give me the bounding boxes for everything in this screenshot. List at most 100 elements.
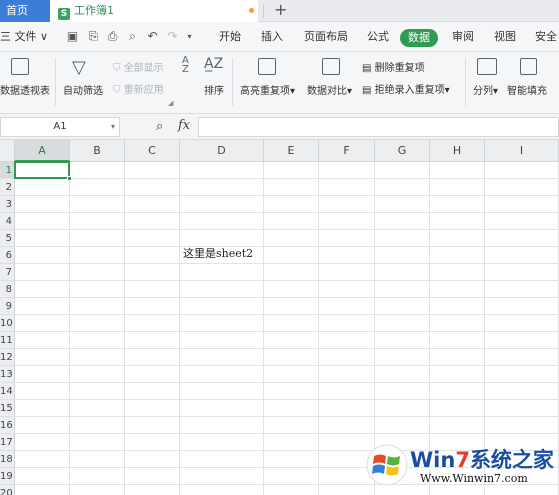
row-header-14[interactable]: 14 xyxy=(0,383,15,400)
pivot-table-icon[interactable] xyxy=(11,58,29,75)
sort-button[interactable]: 排序 xyxy=(204,82,224,97)
row-header-6[interactable]: 6 xyxy=(0,247,15,264)
grid-row-line xyxy=(15,195,559,196)
new-tab-button[interactable]: + xyxy=(274,0,287,20)
chevron-down-icon: ▾ xyxy=(493,86,499,97)
menu-bar: 三 文件 ∨ ▣ ⎘ ⎙ ⌕ ↶ ↷ ▾ 开始 插入 页面布局 公式 数据 审阅… xyxy=(0,22,559,52)
redo-icon[interactable]: ↷ xyxy=(166,30,179,43)
sort-desc-icon[interactable]: A̲Z xyxy=(204,56,223,72)
remove-duplicates-button[interactable]: ▤ 删除重复项 xyxy=(362,59,425,74)
split-column-icon[interactable] xyxy=(477,58,497,75)
tab-home[interactable]: 首页 xyxy=(0,0,50,22)
row-header-17[interactable]: 17 xyxy=(0,434,15,451)
column-header-I[interactable]: I xyxy=(485,140,559,162)
ribbon-separator xyxy=(232,58,233,106)
row-header-15[interactable]: 15 xyxy=(0,400,15,417)
highlight-duplicates-icon[interactable] xyxy=(258,58,276,75)
watermark-title-prefix: Win xyxy=(410,448,456,472)
row-header-20[interactable]: 20 xyxy=(0,485,15,495)
menu-data[interactable]: 数据 xyxy=(400,29,438,47)
autofilter-button[interactable]: 自动筛选 xyxy=(63,82,103,97)
insert-function-icon[interactable]: fx xyxy=(178,118,190,133)
smart-fill-icon[interactable] xyxy=(520,58,537,75)
print-icon[interactable]: ⎙ xyxy=(106,30,119,43)
column-header-C[interactable]: C xyxy=(125,140,180,162)
quick-access-dropdown-icon[interactable]: ▾ xyxy=(183,30,196,43)
active-cell-A1[interactable] xyxy=(14,161,70,179)
column-header-A[interactable]: A xyxy=(15,140,70,162)
name-box[interactable]: A1 xyxy=(0,117,120,137)
chevron-down-icon[interactable]: ▾ xyxy=(111,117,115,137)
show-all-button[interactable]: ⛉ 全部显示 xyxy=(113,59,164,74)
remove-duplicates-icon: ▤ xyxy=(362,63,375,74)
menu-home[interactable]: 开始 xyxy=(219,28,241,46)
tab-workbook[interactable]: S 工作簿1 xyxy=(50,0,258,22)
chevron-down-icon: ▾ xyxy=(290,86,296,97)
row-header-19[interactable]: 19 xyxy=(0,468,15,485)
row-header-10[interactable]: 10 xyxy=(0,315,15,332)
row-header-18[interactable]: 18 xyxy=(0,451,15,468)
column-header-F[interactable]: F xyxy=(319,140,375,162)
tab-workbook-label: 工作簿1 xyxy=(74,4,114,17)
highlight-duplicates-button[interactable]: 高亮重复项▾ xyxy=(240,82,295,97)
menu-view[interactable]: 视图 xyxy=(494,28,516,46)
smart-fill-button[interactable]: 智能填充 xyxy=(507,82,547,97)
save-icon[interactable]: ▣ xyxy=(66,30,79,43)
filter-icon[interactable]: ▽ xyxy=(72,57,86,78)
reject-duplicates-button[interactable]: ▤ 拒绝录入重复项▾ xyxy=(362,81,450,96)
column-header-D[interactable]: D xyxy=(180,140,264,162)
watermark-title-suffix: 系统之家 xyxy=(469,448,554,472)
row-header-9[interactable]: 9 xyxy=(0,298,15,315)
sort-asc-icon[interactable]: AZ xyxy=(182,56,189,75)
row-header-3[interactable]: 3 xyxy=(0,196,15,213)
menu-page-layout[interactable]: 页面布局 xyxy=(304,28,348,46)
formula-input[interactable] xyxy=(198,117,559,137)
undo-icon[interactable]: ↶ xyxy=(146,30,159,43)
ribbon-separator xyxy=(465,58,466,106)
cell-D6[interactable]: 这里是sheet2 xyxy=(183,245,253,261)
data-compare-icon[interactable] xyxy=(322,58,340,75)
fill-handle[interactable] xyxy=(67,176,72,181)
menu-security[interactable]: 安全 xyxy=(535,28,557,46)
column-header-G[interactable]: G xyxy=(375,140,430,162)
column-header-B[interactable]: B xyxy=(70,140,125,162)
menu-review[interactable]: 审阅 xyxy=(452,28,474,46)
row-header-12[interactable]: 12 xyxy=(0,349,15,366)
row-header-5[interactable]: 5 xyxy=(0,230,15,247)
data-compare-button[interactable]: 数据对比▾ xyxy=(307,82,352,97)
tab-divider xyxy=(263,4,264,18)
row-header-13[interactable]: 13 xyxy=(0,366,15,383)
row-header-4[interactable]: 4 xyxy=(0,213,15,230)
grid-row-line xyxy=(15,382,559,383)
row-header-11[interactable]: 11 xyxy=(0,332,15,349)
row-header-1[interactable]: 1 xyxy=(0,162,15,179)
row-header-7[interactable]: 7 xyxy=(0,264,15,281)
row-header-16[interactable]: 16 xyxy=(0,417,15,434)
print-preview-icon[interactable]: ⌕ xyxy=(126,30,139,43)
zoom-icon[interactable]: ⌕ xyxy=(156,119,163,134)
reapply-button[interactable]: ⛉ 重新应用 xyxy=(113,81,164,96)
split-column-button[interactable]: 分列▾ xyxy=(473,82,498,97)
watermark-title-seven: 7 xyxy=(455,448,470,472)
menu-file[interactable]: 三 文件 ∨ xyxy=(0,28,48,46)
menu-insert[interactable]: 插入 xyxy=(261,28,283,46)
show-all-icon: ⛉ xyxy=(113,63,124,74)
filter-group-expand-icon[interactable]: ◢ xyxy=(168,99,173,107)
reject-duplicates-label: 拒绝录入重复项 xyxy=(374,85,445,96)
row-header-8[interactable]: 8 xyxy=(0,281,15,298)
pivot-table-button[interactable]: 数据透视表 xyxy=(0,82,50,97)
format-painter-icon[interactable]: ⎘ xyxy=(87,30,100,43)
chevron-down-icon: ▾ xyxy=(444,85,450,96)
data-compare-label: 数据对比 xyxy=(307,86,347,97)
site-watermark: Win7系统之家 Www.Winwin7.com xyxy=(360,438,559,495)
grid-row-line xyxy=(15,416,559,417)
menu-formulas[interactable]: 公式 xyxy=(367,28,389,46)
select-all-corner[interactable] xyxy=(0,140,15,162)
spreadsheet-icon: S xyxy=(58,8,70,20)
column-header-E[interactable]: E xyxy=(264,140,319,162)
split-column-label: 分列 xyxy=(473,86,493,97)
ribbon: 数据透视表 ▽ 自动筛选 ⛉ 全部显示 ⛉ 重新应用 ◢ AZ A̲Z 排序 高… xyxy=(0,52,559,114)
row-header-2[interactable]: 2 xyxy=(0,179,15,196)
column-header-H[interactable]: H xyxy=(430,140,485,162)
watermark-url: Www.Winwin7.com xyxy=(420,472,528,485)
